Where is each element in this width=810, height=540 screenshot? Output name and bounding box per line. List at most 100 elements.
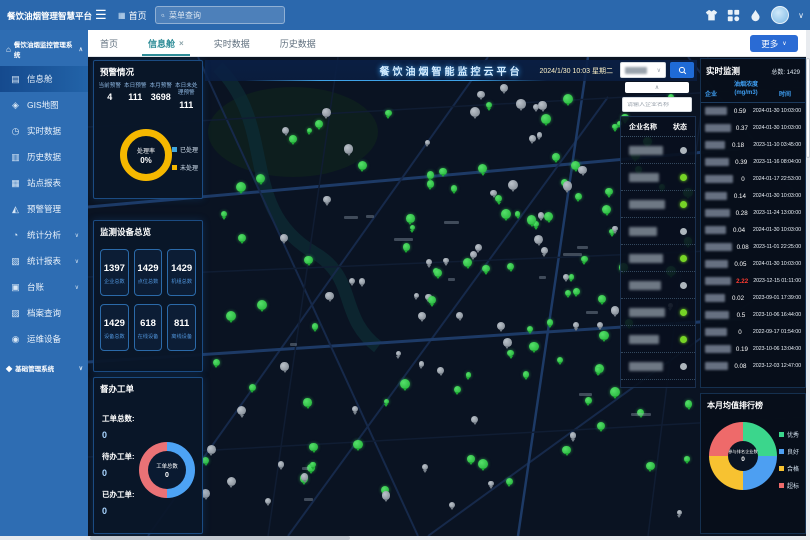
monitor-row[interactable]: 0.042024-01-30 10:03:00 [701, 222, 805, 239]
chevron-down-icon[interactable]: ∨ [798, 11, 804, 20]
tab-label: 首页 [100, 37, 118, 50]
company-list-header: 企业名称 状态 [621, 117, 695, 137]
map-place-label [579, 393, 592, 396]
company-name-redacted [705, 260, 728, 268]
monitor-row[interactable]: 0.022023-09-01 17:39:00 [701, 290, 805, 307]
status-dot [680, 147, 687, 154]
sidebar-item-7[interactable]: ▧统计报表∨ [0, 248, 88, 274]
sidebar-item-label: 历史数据 [27, 151, 61, 163]
monitor-row[interactable]: 0.192023-10-06 13:04:00 [701, 341, 805, 358]
sidebar-item-3[interactable]: ▥ 历史数据 [0, 144, 88, 170]
stat-label: 当前预警 [97, 83, 123, 90]
map-place-label [539, 276, 546, 279]
rank-panel-title: 本月均值排行榜 [701, 394, 805, 411]
sidebar-item-9[interactable]: ▨档案查询 [0, 300, 88, 326]
sidebar-item-label: 台账 [27, 281, 44, 293]
monitor-row[interactable]: 0.282023-11-24 13:00:00 [701, 205, 805, 222]
monitor-row[interactable]: 0.052024-01-30 10:03:00 [701, 256, 805, 273]
apps-grid-icon[interactable] [727, 9, 740, 22]
stat-label: 工单总数: [102, 413, 202, 424]
monitor-row[interactable]: 02022-09-17 01:54:00 [701, 324, 805, 341]
tab-1[interactable]: 信息舱× [148, 30, 184, 56]
notification-flame-icon[interactable] [749, 9, 762, 22]
stat-value: 1397 [101, 263, 128, 274]
vertical-scrollbar-thumb[interactable] [806, 58, 810, 158]
enterprise-search-button[interactable] [670, 62, 694, 78]
menu-icon: ▥ [10, 152, 21, 163]
stat-value: 4 [97, 92, 123, 102]
company-row[interactable] [621, 353, 695, 380]
sidebar-item-1[interactable]: ◈GIS地图 [0, 92, 88, 118]
monitor-row[interactable]: 0.392023-11-16 08:04:00 [701, 154, 805, 171]
column-time: 时间 [761, 89, 801, 98]
sidebar-item-5[interactable]: ◭预警管理 [0, 196, 88, 222]
stat-value: 0 [102, 506, 202, 516]
legend-item: 已处理 [172, 145, 198, 154]
monitor-columns: 企业 油烟浓度 (mg/m3) 时间 [701, 80, 805, 103]
legend-swatch [779, 466, 784, 471]
company-row[interactable] [621, 326, 695, 353]
tab-2[interactable]: 实时数据 [214, 30, 250, 56]
company-row[interactable] [621, 218, 695, 245]
tab-3[interactable]: 历史数据 [280, 30, 316, 56]
company-row[interactable] [621, 245, 695, 272]
company-name-redacted [705, 345, 731, 353]
company-row[interactable] [621, 272, 695, 299]
sidebar-item-6[interactable]: ◔统计分析∨ [0, 222, 88, 248]
enterprise-name-field[interactable] [622, 97, 692, 112]
monitor-row[interactable]: 0.142024-01-30 10:03:00 [701, 188, 805, 205]
monitor-row[interactable]: 0.082023-11-01 22:25:00 [701, 239, 805, 256]
close-icon[interactable]: × [179, 39, 184, 48]
company-row[interactable] [621, 164, 695, 191]
monitor-row[interactable]: 0.082023-12-03 12:47:00 [701, 358, 805, 375]
stat-value: 1429 [101, 318, 128, 329]
monitor-row[interactable]: 0.592024-01-30 10:03:00 [701, 103, 805, 120]
sidebar-item-4[interactable]: ▦站点报表 [0, 170, 88, 196]
status-dot [680, 228, 687, 235]
more-button[interactable]: 更多 ∨ [750, 35, 798, 52]
legend-label: 良好 [787, 447, 799, 456]
company-row[interactable] [621, 137, 695, 164]
monitor-row[interactable]: 02024-01-17 22:53:00 [701, 171, 805, 188]
company-row[interactable] [621, 191, 695, 218]
enterprise-select[interactable]: ∨ [620, 62, 666, 78]
monitor-row[interactable]: 0.182023-11-10 03:45:00 [701, 137, 805, 154]
legend-item: 超标 [779, 481, 799, 490]
menu-search-box[interactable] [155, 6, 285, 24]
sidebar-item-label: 预警管理 [27, 203, 61, 215]
sidebar-item-0[interactable]: ▤信息舱 [0, 66, 88, 92]
company-name-redacted [705, 107, 727, 115]
hamburger-menu-icon[interactable]: ☰ [95, 7, 107, 23]
timestamp: 2024-01-30 10:03:00 [753, 125, 801, 131]
sidebar-item-label: 统计报表 [27, 255, 61, 267]
theme-shirt-icon[interactable] [705, 9, 718, 22]
company-name-redacted [705, 192, 727, 200]
monitor-row[interactable]: 0.372024-01-30 10:03:00 [701, 120, 805, 137]
stat-value: 1429 [135, 263, 162, 274]
company-row[interactable] [621, 299, 695, 326]
tab-0[interactable]: 首页 [100, 30, 118, 56]
home-icon: ⌂ [6, 45, 11, 54]
monitor-row[interactable]: 0.52023-10-06 16:44:00 [701, 307, 805, 324]
collapse-bar[interactable]: ∧ [625, 82, 689, 93]
chevron-down-icon: ∨ [782, 40, 786, 47]
sidebar-item-10[interactable]: ◉运维设备 [0, 326, 88, 352]
monitor-rows: 0.592024-01-30 10:03:000.372024-01-30 10… [701, 103, 805, 375]
warning-panel: 预警情况 当前预警4本日预警111本月预警3698本日未处理预警111 处理率 … [93, 60, 203, 199]
sidebar-item-8[interactable]: ▣台账∨ [0, 274, 88, 300]
user-avatar[interactable] [771, 6, 789, 24]
monitor-row[interactable]: 2.222023-12-15 01:11:00 [701, 273, 805, 290]
monthly-rank-panel: 本月均值排行榜 参与排名企业数 0 优秀良好合格超标 [700, 393, 806, 534]
horizontal-scrollbar-thumb[interactable] [90, 536, 350, 540]
home-button[interactable]: ▦ 首页 [118, 9, 147, 22]
menu-search-input[interactable] [169, 11, 279, 20]
status-dot [680, 336, 687, 343]
sidebar-group-bottom[interactable]: ◆ 基础管理系统 ∨ [0, 354, 88, 380]
status-dot [680, 174, 687, 181]
map-place-label [344, 216, 358, 219]
sidebar-item-2[interactable]: ◷实时数据 [0, 118, 88, 144]
enterprise-name-input[interactable] [627, 102, 687, 108]
legend-swatch [172, 147, 177, 152]
density-value: 0.28 [730, 210, 753, 217]
sidebar-group-top[interactable]: ⌂ 餐饮油烟监控管理系统 ∧ [0, 30, 88, 66]
